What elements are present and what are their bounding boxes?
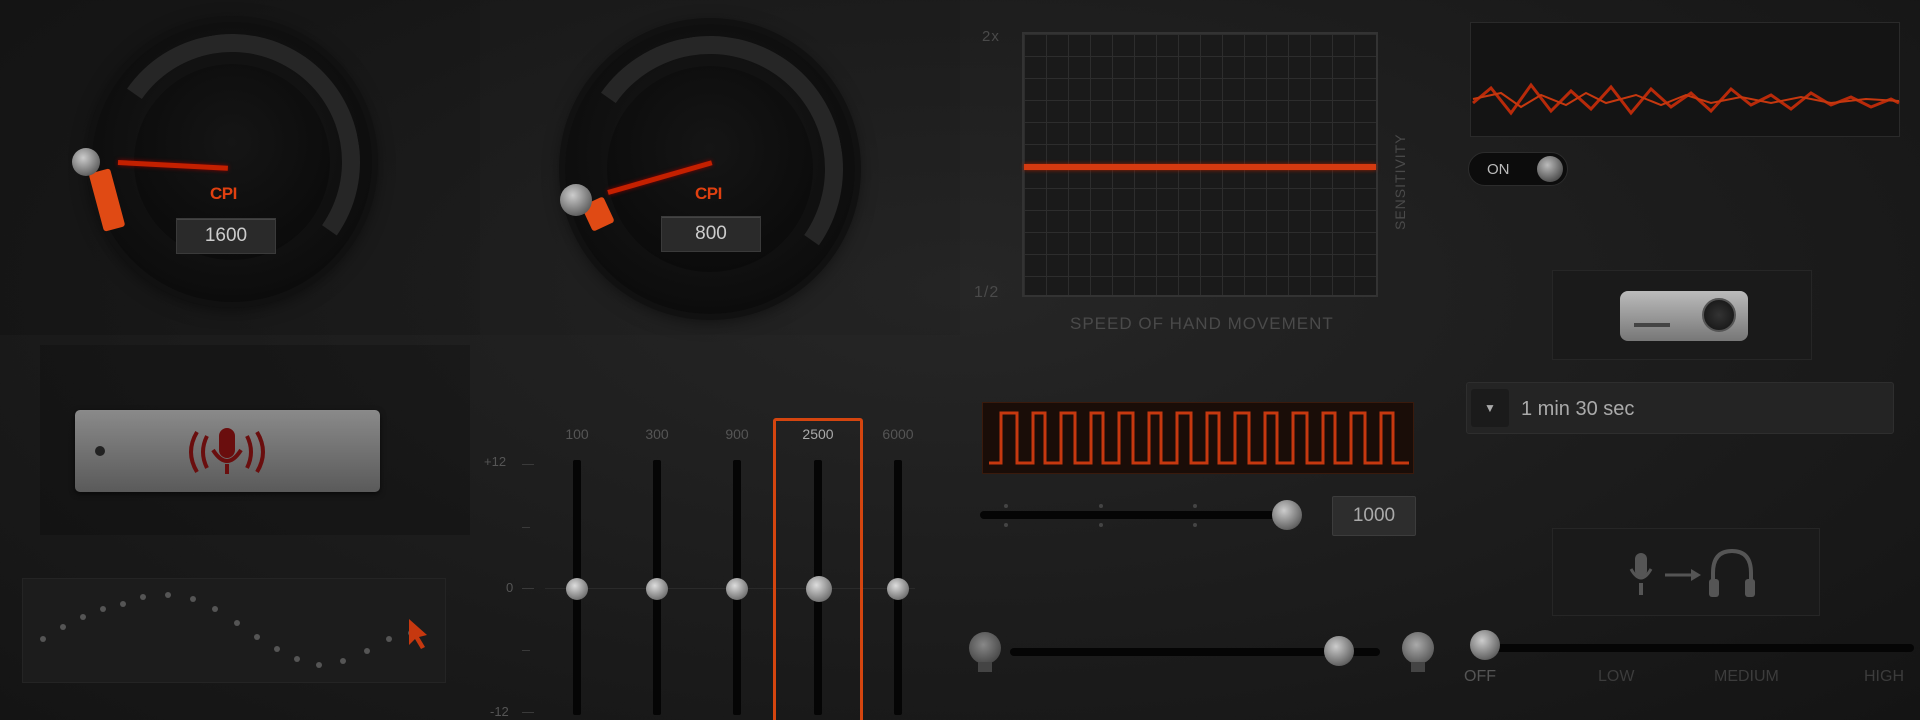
slider-tick bbox=[1004, 523, 1008, 527]
level-label-off: OFF bbox=[1464, 668, 1496, 685]
dropdown-value: 1 min 30 sec bbox=[1521, 398, 1635, 420]
gauge-1-pivot-knob[interactable] bbox=[72, 148, 100, 176]
level-label-low: LOW bbox=[1598, 668, 1635, 685]
eq-band-label: 300 bbox=[645, 426, 669, 442]
bulb-base bbox=[1411, 662, 1425, 672]
eq-tick bbox=[522, 527, 530, 528]
eq-slider-knob[interactable] bbox=[887, 578, 909, 600]
pulse-waveform bbox=[989, 411, 1409, 465]
eq-band-label: 100 bbox=[565, 426, 589, 442]
pulse-slider-knob[interactable] bbox=[1272, 500, 1302, 530]
gauge-1-value[interactable]: 1600 bbox=[176, 218, 276, 254]
sensitivity-curve[interactable] bbox=[1024, 164, 1376, 170]
microphone-waves-icon bbox=[189, 428, 265, 474]
projector-lens bbox=[1702, 298, 1736, 332]
toggle-label: ON bbox=[1487, 161, 1510, 178]
chart-y-bottom-label: 1/2 bbox=[974, 284, 1000, 301]
eq-tick bbox=[522, 650, 530, 651]
brightness-slider-knob[interactable] bbox=[1324, 636, 1354, 666]
mouse-path-graph bbox=[40, 592, 427, 668]
gauge-2-pivot-knob[interactable] bbox=[560, 184, 592, 216]
gauge-2-value[interactable]: 800 bbox=[661, 216, 761, 252]
toggle-knob[interactable] bbox=[1537, 156, 1563, 182]
bulb-base bbox=[978, 662, 992, 672]
slider-tick bbox=[1193, 504, 1197, 508]
indicator-dot bbox=[95, 446, 105, 456]
eq-slider-knob[interactable] bbox=[726, 578, 748, 600]
level-slider-track[interactable] bbox=[1474, 644, 1914, 652]
gauge-2-unit: CPI bbox=[695, 184, 722, 203]
eq-band-label: 6000 bbox=[882, 426, 914, 442]
projector-icon[interactable] bbox=[1620, 291, 1748, 341]
eq-slider-knob[interactable] bbox=[646, 578, 668, 600]
eq-tick bbox=[522, 588, 534, 589]
eq-scale-mid: 0 bbox=[506, 580, 514, 595]
slider-tick bbox=[1099, 504, 1103, 508]
level-slider-knob[interactable] bbox=[1470, 630, 1500, 660]
audio-waveform-display bbox=[1470, 22, 1900, 137]
eq-tick bbox=[522, 712, 534, 713]
pulse-display bbox=[982, 402, 1414, 474]
cursor-icon bbox=[409, 619, 427, 649]
eq-tick bbox=[522, 464, 534, 465]
eq-scale-bottom: -12 bbox=[490, 704, 509, 719]
light-bulb-icon bbox=[969, 632, 1001, 664]
projector-slot bbox=[1634, 323, 1670, 327]
level-label-high: HIGH bbox=[1864, 668, 1904, 685]
chart-y-title: SENSITIVITY bbox=[1392, 133, 1408, 230]
eq-band-label: 900 bbox=[725, 426, 749, 442]
sensitivity-chart[interactable] bbox=[1022, 32, 1378, 297]
eq-slider-knob[interactable] bbox=[806, 576, 832, 602]
pulse-slider-track[interactable] bbox=[980, 511, 1280, 519]
mouse-movement-panel bbox=[22, 578, 446, 683]
microphone-button[interactable] bbox=[75, 410, 380, 492]
chart-x-title: SPEED OF HAND MOVEMENT bbox=[1070, 314, 1334, 333]
slider-tick bbox=[1099, 523, 1103, 527]
projector-panel bbox=[1552, 270, 1812, 360]
level-label-medium: MEDIUM bbox=[1714, 668, 1779, 685]
chevron-down-icon[interactable]: ▼ bbox=[1471, 389, 1509, 427]
eq-scale-top: +12 bbox=[484, 454, 507, 469]
waveform-graph bbox=[1472, 82, 1900, 116]
slider-tick bbox=[1004, 504, 1008, 508]
eq-slider-knob[interactable] bbox=[566, 578, 588, 600]
timer-dropdown[interactable]: ▼ 1 min 30 sec bbox=[1466, 382, 1894, 434]
waveform-toggle[interactable]: ON bbox=[1468, 152, 1568, 186]
microphone-to-headphones-icon[interactable] bbox=[1625, 547, 1755, 603]
pulse-value[interactable]: 1000 bbox=[1332, 496, 1416, 536]
chart-y-top-label: 2x bbox=[982, 28, 1000, 45]
mic-to-headphones-panel bbox=[1552, 528, 1820, 616]
light-bulb-icon bbox=[1402, 632, 1434, 664]
cpi-gauge-2 bbox=[555, 14, 865, 324]
slider-tick bbox=[1193, 523, 1197, 527]
gauge-1-unit: CPI bbox=[210, 184, 237, 203]
